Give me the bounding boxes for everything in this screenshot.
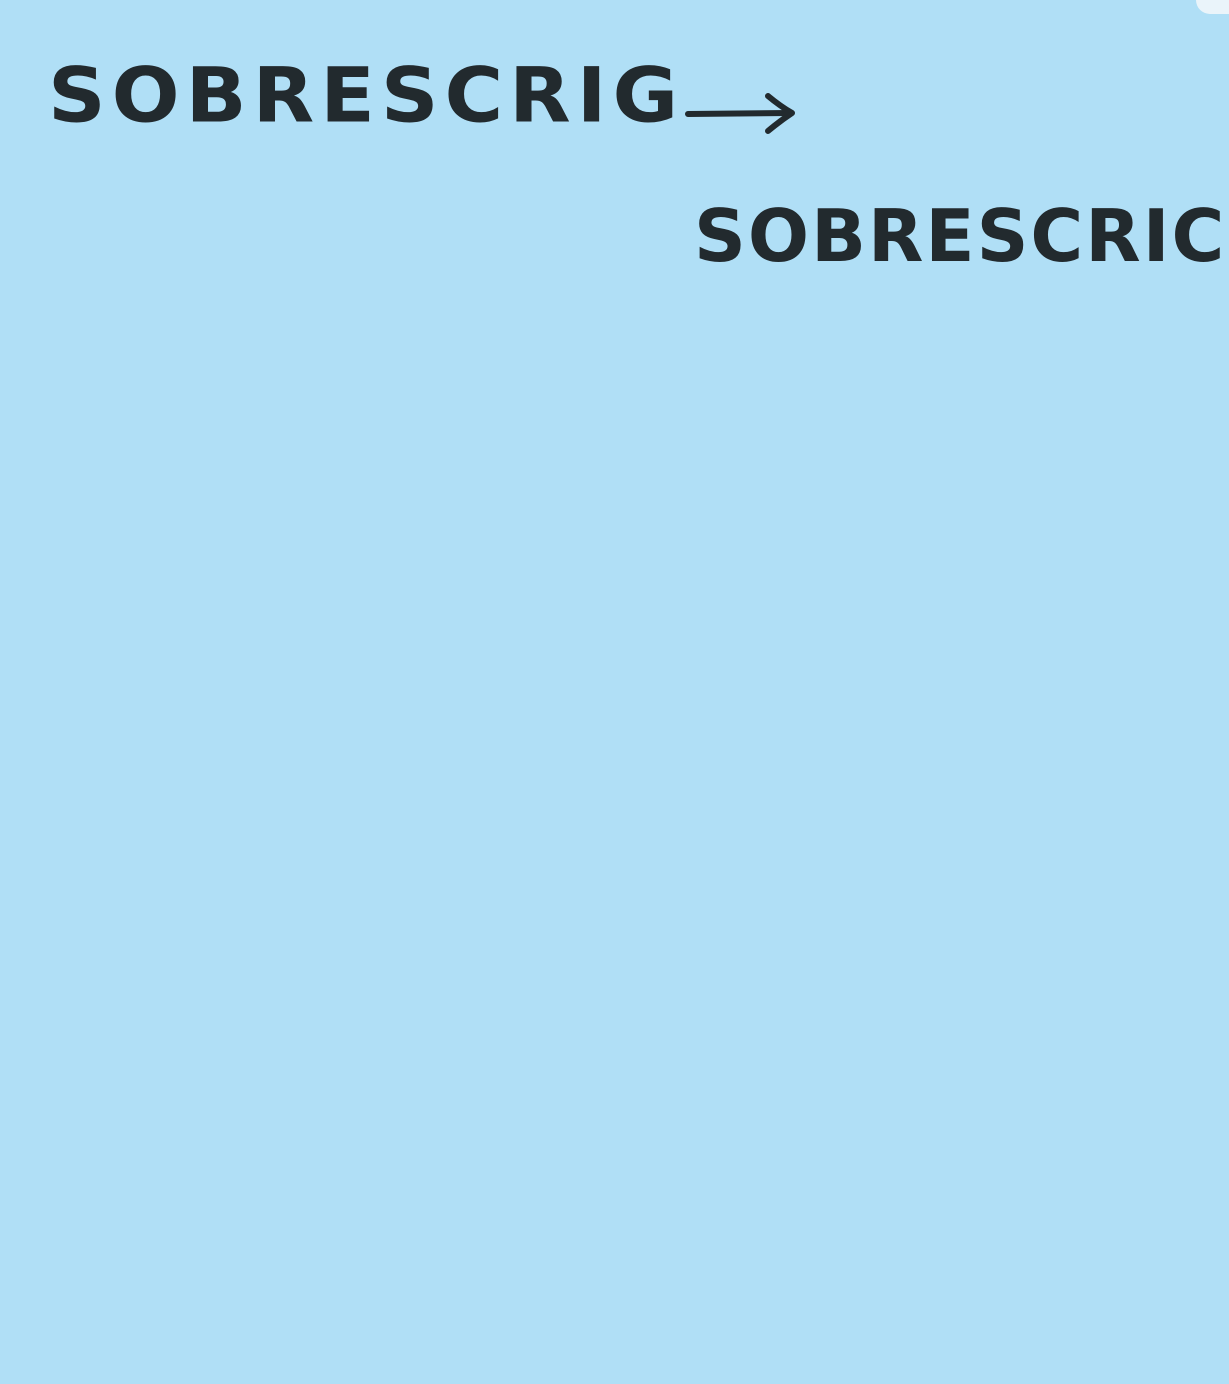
handwritten-word-original: SOBRESCRIG <box>48 51 685 140</box>
paper-edge-mark <box>1196 0 1229 14</box>
right-arrow-icon <box>685 93 795 134</box>
handwritten-word-corrected: SOBRESCRICH <box>694 194 1229 278</box>
sticky-note: SOBRESCRIG SOBRESCRICH <box>0 0 1229 1384</box>
